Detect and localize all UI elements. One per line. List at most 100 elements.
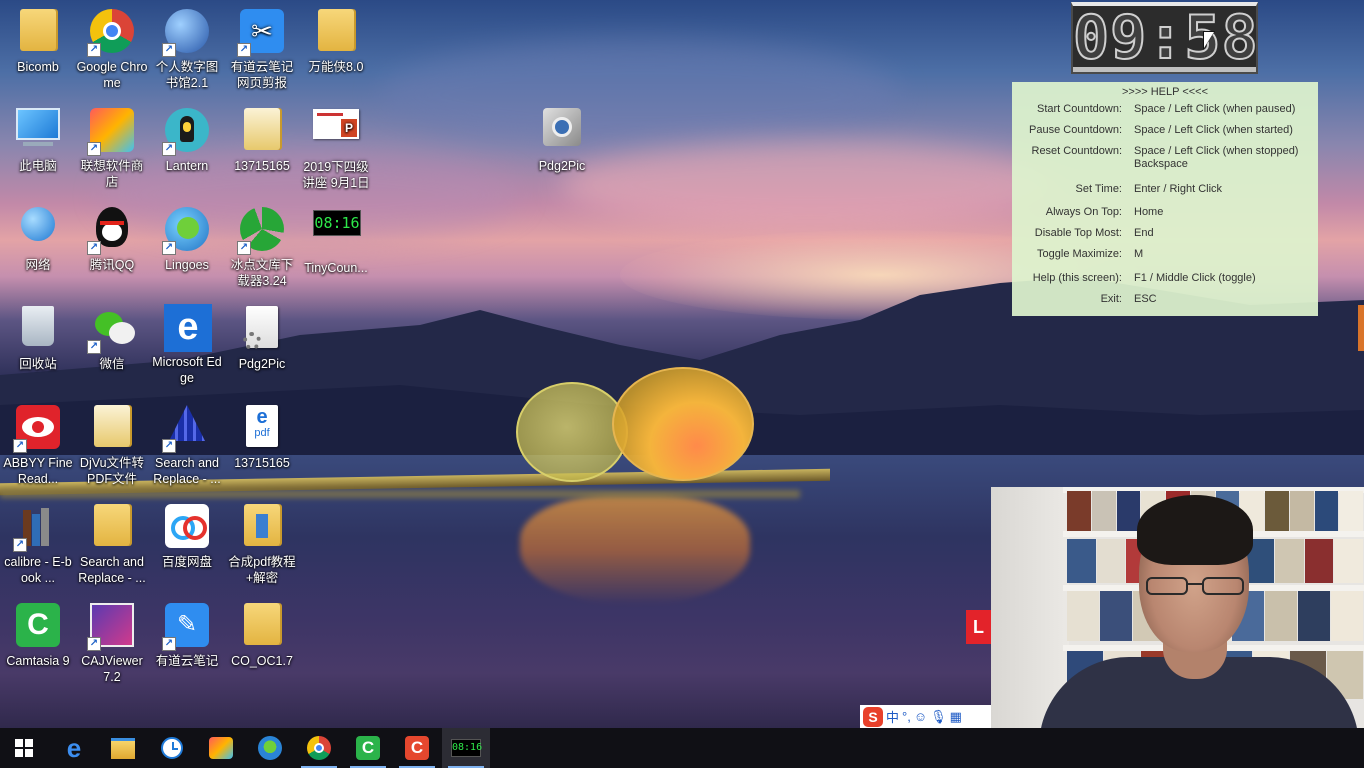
globe-library-icon: ↗ [162, 9, 210, 57]
folder-icon [313, 9, 359, 55]
icon-label: calibre - E-book ... [4, 555, 72, 585]
lantern-icon: ↗ [162, 108, 210, 156]
desktop-icon-search-replace-1[interactable]: ↗ Search and Replace - ... [149, 398, 225, 487]
icon-label: Lingoes [165, 258, 209, 272]
desktop-icon-lingoes[interactable]: ↗ Lingoes [149, 200, 225, 273]
countdown-clock-window[interactable]: 09:58 [1071, 2, 1258, 74]
glasses-icon [1146, 577, 1244, 595]
icon-label: 此电脑 [19, 159, 57, 173]
icon-label: Lantern [165, 159, 209, 173]
abbyy-eye-icon: ↗ [13, 405, 61, 453]
desktop-icon-13715165-folder[interactable]: 13715165 [224, 101, 300, 174]
desktop-icon-2019-lecture[interactable]: P 2019下四级讲座 9月1日 [298, 101, 374, 191]
taskbar-camtasia[interactable]: C [344, 728, 392, 768]
desktop-icon-this-pc[interactable]: 此电脑 [0, 101, 76, 174]
desktop-icon-13715165-pdf[interactable]: e pdf 13715165 [224, 398, 300, 471]
digital-clock-icon: 08:16 [313, 210, 361, 256]
qq-penguin-icon: ↗ [87, 207, 135, 255]
help-key: Always On Top: [1045, 206, 1122, 218]
desktop-icon-recycle-bin[interactable]: 回收站 [0, 299, 76, 372]
ime-toolbar[interactable]: S 中 °, ☺ 🎙 ▦ [860, 705, 991, 728]
desktop-icon-microsoft-edge[interactable]: e Microsoft Edge [149, 299, 225, 386]
icon-label: Camtasia 9 [6, 654, 70, 668]
emoji-icon[interactable]: ☺ [914, 709, 927, 724]
icon-label: Bicomb [17, 60, 59, 74]
desktop-icon-pdg2pic[interactable]: Pdg2Pic [224, 299, 300, 372]
mouse-cursor-icon [1204, 32, 1214, 48]
youdao-note-icon: ✎ ↗ [162, 603, 210, 651]
desktop-icon-bingdian-downloader[interactable]: ↗ 冰点文库下载器3.24 [224, 200, 300, 289]
wechat-icon: ↗ [87, 306, 135, 354]
desktop-icon-youdao-clipper[interactable]: ✂ ↗ 有道云笔记网页剪报 [224, 2, 300, 91]
store-bag-icon: ↗ [87, 108, 135, 156]
help-panel: >>>> HELP <<<< Start Countdown: Space / … [1012, 82, 1318, 316]
microphone-icon[interactable]: 🎙 [930, 709, 947, 725]
desktop-icon-lenovo-store[interactable]: ↗ 联想软件商店 [74, 101, 150, 190]
taskbar-clock-app[interactable] [148, 728, 196, 768]
desktop-icon-lantern[interactable]: ↗ Lantern [149, 101, 225, 174]
recycle-arrows-icon: ↗ [237, 207, 285, 255]
icon-label: 冰点文库下载器3.24 [230, 258, 294, 288]
desktop-icon-baidu-netdisk[interactable]: 百度网盘 [149, 497, 225, 570]
desktop-icon-calibre[interactable]: ↗ calibre - E-book ... [0, 497, 76, 586]
help-value: F1 / Middle Click (toggle) [1134, 272, 1256, 284]
windows-start-icon [15, 739, 33, 757]
taskbar-camtasia-recorder[interactable]: C [393, 728, 441, 768]
network-icon [15, 207, 61, 253]
icon-label: TinyCoun... [304, 261, 368, 275]
taskbar-chrome[interactable] [295, 728, 343, 768]
edge-icon: e [66, 732, 82, 763]
icon-label: 百度网盘 [161, 555, 212, 569]
icon-label: 合成pdf教程+解密 [228, 555, 296, 585]
desktop-icon-qq[interactable]: ↗ 腾讯QQ [74, 200, 150, 273]
desktop-icon-google-chrome[interactable]: ↗ Google Chrome [74, 2, 150, 91]
desktop-icon-digital-library[interactable]: ↗ 个人数字图书馆2.1 [149, 2, 225, 91]
folder-documents-icon [89, 405, 135, 451]
icon-label: Microsoft Edge [152, 355, 222, 385]
zip-folder-icon [239, 504, 285, 550]
desktop-icon-wannengxia[interactable]: 万能侠8.0 [298, 2, 374, 75]
taskbar-lingoes[interactable] [246, 728, 294, 768]
taskbar-tinycounter[interactable]: 08:16 [442, 728, 490, 768]
file-explorer-icon [111, 737, 135, 759]
camtasia-icon: C [356, 736, 380, 760]
desktop-icon-djvu-to-pdf[interactable]: DjVu文件转PDF文件 [74, 398, 150, 487]
desktop-icon-co-oc[interactable]: CO_OC1.7 [224, 596, 300, 669]
desktop-icon-abbyy[interactable]: ↗ ABBYY FineRead... [0, 398, 76, 487]
desktop-icon-pdg2pic-installer[interactable]: Pdg2Pic [524, 101, 600, 174]
desktop-icon-bicomb[interactable]: Bicomb [0, 2, 76, 75]
camtasia-icon: C [15, 603, 61, 649]
taskbar-edge[interactable]: e [50, 728, 98, 768]
icon-label: DjVu文件转PDF文件 [79, 456, 145, 486]
partial-window-tab[interactable]: L [966, 610, 991, 644]
ime-mode-toggle[interactable]: 中 [886, 707, 899, 726]
help-key: Set Time: [1075, 183, 1122, 195]
folder-icon [15, 9, 61, 55]
icon-label: CAJViewer 7.2 [81, 654, 143, 684]
folder-icon [89, 504, 135, 550]
desktop-icon-camtasia[interactable]: C Camtasia 9 [0, 596, 76, 669]
ime-punctuation-toggle[interactable]: °, [902, 709, 911, 724]
desktop-icon-tinycounter[interactable]: 08:16 TinyCoun... [298, 200, 374, 276]
desktop-icon-cajviewer[interactable]: ↗ CAJViewer 7.2 [74, 596, 150, 685]
taskbar-store[interactable] [197, 728, 245, 768]
search-replace-icon: ↗ [162, 405, 210, 453]
desktop-icon-merge-pdf-tutorial[interactable]: 合成pdf教程+解密 [224, 497, 300, 586]
sogou-logo-icon[interactable]: S [863, 706, 883, 727]
person-hair [1137, 495, 1253, 565]
desktop-icon-youdao-note[interactable]: ✎ ↗ 有道云笔记 [149, 596, 225, 669]
desktop-icon-search-replace-2[interactable]: Search and Replace - ... [74, 497, 150, 586]
icon-label: 微信 [99, 357, 125, 371]
keyboard-icon[interactable]: ▦ [950, 709, 962, 725]
desktop-icon-wechat[interactable]: ↗ 微信 [74, 299, 150, 372]
help-key: Exit: [1100, 293, 1122, 305]
tinycounter-icon: 08:16 [451, 739, 482, 757]
powerpoint-icon: P [313, 109, 359, 155]
taskbar-file-explorer[interactable] [99, 728, 147, 768]
start-button[interactable] [0, 728, 48, 768]
clock-app-icon [161, 737, 183, 759]
icon-label: Google Chrome [76, 60, 148, 90]
desktop-icon-network[interactable]: 网络 [0, 200, 76, 273]
folder-icon [239, 603, 285, 649]
chrome-icon: ↗ [87, 9, 135, 57]
